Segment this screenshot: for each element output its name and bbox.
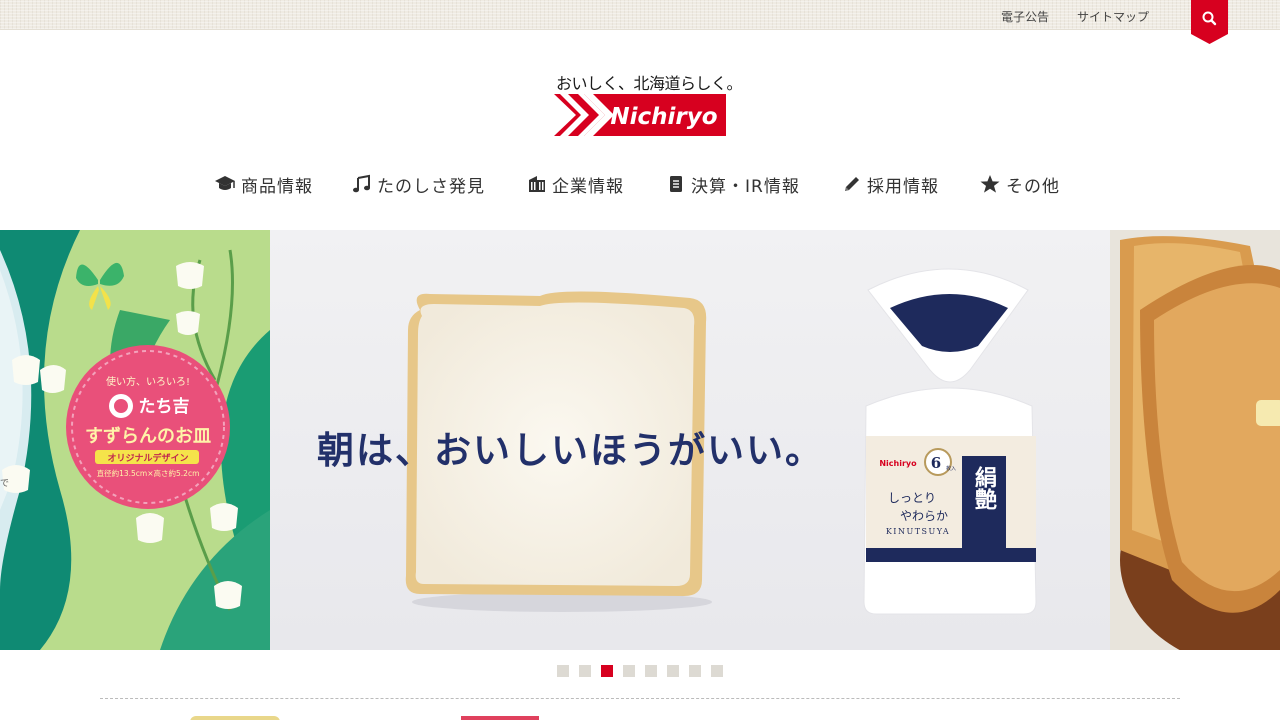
package-tagline-2: やわらか [900, 509, 948, 523]
carousel-dot[interactable] [579, 665, 591, 677]
suzuran-illustration: 使い方、いろいろ! たち吉 すずらんのお皿 オリジナルデザイン 直径約13.5c… [0, 230, 270, 650]
slide-kinutsuya[interactable]: Nichiryo 6 枚入 しっとり やわらか 絹艶 KINUTSUYA 朝は、… [270, 230, 1110, 650]
electronic-notice-link[interactable]: 電子公告 [1001, 8, 1049, 25]
music-note-icon [353, 174, 370, 193]
nav-label: 決算・IR情報 [691, 176, 800, 197]
hero-carousel[interactable]: 使い方、いろいろ! たち吉 すずらんのお皿 オリジナルデザイン 直径約13.5c… [0, 230, 1280, 650]
badge-title-text: すずらんのお皿 [85, 426, 211, 447]
badge-brand-text: たち吉 [139, 397, 190, 417]
document-icon [670, 176, 682, 192]
graduation-cap-icon [215, 176, 235, 190]
carousel-dot[interactable] [623, 665, 635, 677]
carousel-dot[interactable] [667, 665, 679, 677]
nav-label: 企業情報 [552, 176, 624, 197]
nav-label: 商品情報 [241, 176, 313, 197]
nav-item-discover[interactable]: たのしさ発見 [352, 172, 485, 197]
nav-label: その他 [1006, 176, 1060, 197]
content-card-peek [190, 716, 280, 720]
section-divider [100, 698, 1180, 699]
brand-wordmark: Nichiryo [610, 104, 717, 130]
package-name-roman: KINUTSUYA [886, 527, 950, 536]
badge-ribbon-text: オリジナルデザイン [107, 452, 188, 464]
star-icon [980, 175, 1000, 193]
nav-label: 採用情報 [867, 176, 939, 197]
nav-item-other[interactable]: その他 [979, 172, 1060, 197]
carousel-dot[interactable] [711, 665, 723, 677]
nav-label: たのしさ発見 [377, 176, 485, 197]
pencil-icon [845, 177, 859, 191]
logo-tagline: おいしく、北海道らしく。 [556, 74, 743, 93]
sitemap-link[interactable]: サイトマップ [1077, 8, 1149, 25]
carousel-dot[interactable] [557, 665, 569, 677]
carousel-pagination [557, 665, 723, 677]
package-count-unit: 枚入 [946, 465, 956, 472]
carousel-dot[interactable] [601, 665, 613, 677]
badge-spec-text: 直径約13.5cm×高さ約5.2cm [97, 468, 200, 478]
nav-item-company[interactable]: 企業情報 [527, 172, 624, 197]
content-card-peek [461, 716, 539, 720]
package-tagline-1: しっとり [888, 491, 936, 505]
package-count: 6 [931, 454, 941, 472]
carousel-dot[interactable] [689, 665, 701, 677]
package-name-kanji: 絹艶 [971, 465, 997, 510]
nav-item-recruit[interactable]: 採用情報 [842, 172, 939, 197]
carousel-dot[interactable] [645, 665, 657, 677]
badge-top-text: 使い方、いろいろ! [106, 375, 190, 388]
site-logo[interactable]: おいしく、北海道らしく。 Nichiryo [554, 70, 743, 136]
nichiryo-logo-mark: Nichiryo [554, 94, 726, 136]
toast-illustration [1110, 230, 1280, 650]
building-icon [529, 176, 545, 192]
search-button[interactable] [1191, 0, 1228, 44]
slide-toast[interactable] [1110, 230, 1280, 650]
package-brand: Nichiryo [879, 459, 917, 468]
slide-suzuran-plate[interactable]: 使い方、いろいろ! たち吉 すずらんのお皿 オリジナルデザイン 直径約13.5c… [0, 230, 270, 650]
global-nav: 商品情報 たのしさ発見 企業情報 決算・IR情報 採用情報 その他 [0, 172, 1280, 197]
top-utility-bar: 電子公告 サイトマップ [0, 0, 1280, 30]
hero-copy: 朝は、おいしいほうがいい。 [317, 428, 824, 472]
nav-item-products[interactable]: 商品情報 [214, 172, 313, 197]
nav-item-ir[interactable]: 決算・IR情報 [666, 172, 800, 197]
edge-text: で [0, 479, 9, 489]
